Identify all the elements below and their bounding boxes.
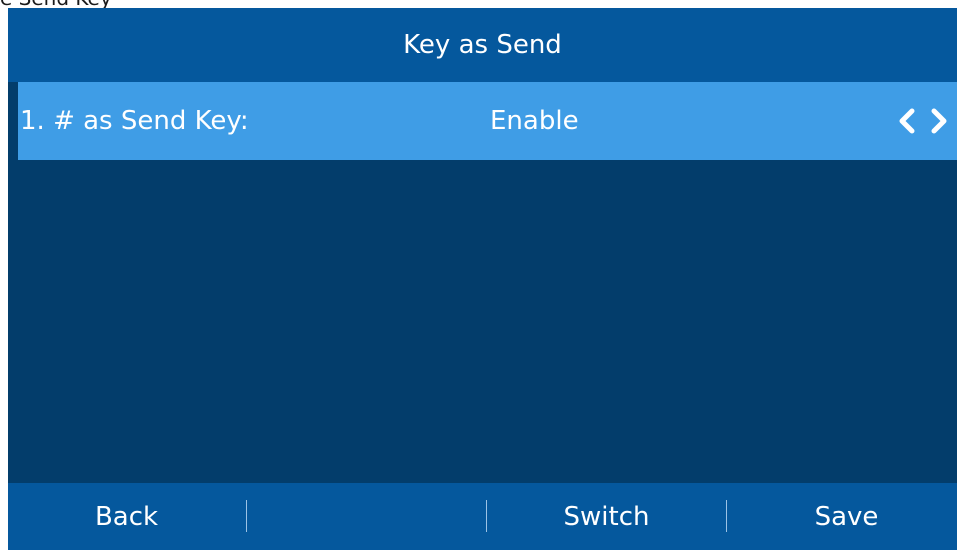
empty-softkey[interactable]: [248, 483, 485, 550]
setting-label: 1. # as Send Key:: [20, 106, 249, 136]
option-switcher[interactable]: [895, 108, 953, 134]
window-title-fragment: e Send Key: [0, 0, 112, 10]
title-bar: Key as Send: [8, 8, 957, 82]
softkey-divider: [486, 500, 487, 532]
softkey-divider: [726, 500, 727, 532]
save-softkey[interactable]: Save: [728, 483, 957, 550]
switch-softkey[interactable]: Switch: [488, 483, 725, 550]
page-title: Key as Send: [403, 30, 562, 60]
chevron-left-icon[interactable]: [897, 108, 917, 134]
chevron-right-icon[interactable]: [929, 108, 949, 134]
softkey-bar: Back Switch Save: [8, 483, 957, 550]
setting-row-hash-as-send-key[interactable]: 1. # as Send Key: Enable: [18, 82, 957, 160]
back-softkey[interactable]: Back: [8, 483, 245, 550]
softkey-divider: [246, 500, 247, 532]
setting-value[interactable]: Enable: [490, 82, 579, 160]
phone-screen: Key as Send 1. # as Send Key: Enable Bac…: [8, 8, 957, 550]
